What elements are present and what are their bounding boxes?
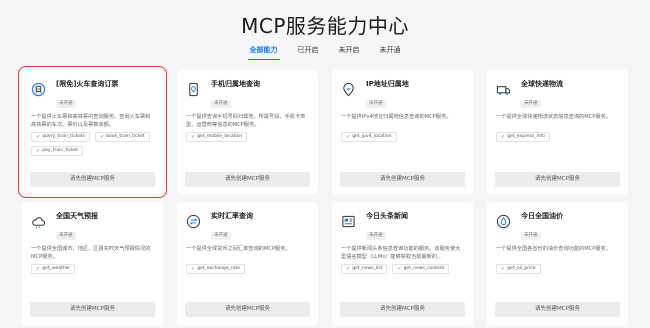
status-badge: 未开通 [211, 100, 231, 108]
tool-tags: ✓ query_train_tickets ✓ book_train_ticket … [31, 132, 155, 156]
check-icon: ✓ [36, 266, 41, 272]
service-description: 一个提供IPv4地址归属地信息查询的MCP服务。 [341, 114, 452, 120]
service-name: 手机归属地查询 [211, 80, 260, 88]
create-mcp-service-button[interactable]: 请先创建MCP服务 [185, 302, 310, 317]
service-card-exchange-rate[interactable]: 实时汇率查询 未开通 一个提供全球货币之间汇率查询的MCP服务。 ✓ get_ex… [177, 202, 318, 326]
tool-tag: ✓ get_ipv4_location [341, 132, 397, 142]
svg-text:IP: IP [346, 87, 350, 91]
ip-location-icon: IP [341, 82, 356, 97]
tool-tags: ✓ get_news_list ✓ get_news_content [341, 264, 465, 274]
create-mcp-service-button[interactable]: 请先创建MCP服务 [30, 172, 155, 187]
page-title: MCP服务能力中心 [241, 14, 409, 38]
service-name: 今日全国油价 [521, 212, 563, 220]
status-badge: 未开通 [521, 100, 541, 108]
check-icon: ✓ [346, 266, 351, 272]
service-description: 一个提供全球快递物流状态信息查询的MCP服务。 [496, 114, 611, 120]
service-name: [限免]火车查询订票 [56, 80, 119, 88]
tab-not-activated[interactable]: 未开通 [378, 43, 403, 60]
service-name: IP地址归属地 [366, 80, 409, 88]
tool-tag: ✓ pay_train_ticket [31, 146, 83, 156]
service-card-weather[interactable]: 全国天气预报 未开通 一个提供全国城市、地区、区县实时天气预报情况的MCP服务。… [22, 202, 163, 326]
tab-disabled[interactable]: 未开启 [337, 43, 362, 60]
phone-location-icon [186, 82, 201, 97]
check-icon: ✓ [36, 134, 41, 140]
check-icon: ✓ [501, 266, 506, 272]
service-description: 一个提供全国城市、地区、区县实时天气预报情况的MCP服务。 [31, 246, 151, 260]
status-badge: 未开通 [56, 100, 76, 108]
tool-tags: ✓ get_oil_price [496, 264, 620, 274]
create-mcp-service-button[interactable]: 请先创建MCP服务 [495, 302, 620, 317]
service-description: 一个提供查询手机号码归属地、所属号段、手机卡类型、运营商等信息的MCP服务。 [186, 114, 306, 128]
status-badge: 未开通 [521, 232, 541, 240]
tab-enabled[interactable]: 已开启 [296, 43, 321, 60]
service-card-mobile-location[interactable]: 手机归属地查询 未开通 一个提供查询手机号码归属地、所属号段、手机卡类型、运营商… [177, 70, 318, 194]
create-mcp-service-button[interactable]: 请先创建MCP服务 [340, 172, 465, 187]
tool-tags: ✓ get_exchange_rate [186, 264, 310, 274]
service-card-ip-location[interactable]: IP IP地址归属地 未开通 一个提供IPv4地址归属地信息查询的MCP服务。 … [332, 70, 473, 194]
exchange-icon [186, 214, 201, 229]
status-badge: 未开通 [56, 232, 76, 240]
service-description: 一个提供火车票和高铁票的查询服务。查询火车票和高铁票的车次、票价以及票数余额。 [31, 114, 151, 128]
oil-price-icon [496, 214, 511, 229]
service-name: 全国天气预报 [56, 212, 98, 220]
tool-tags: ✓ get_mobile_location [186, 132, 310, 142]
status-badge: 未开通 [366, 100, 386, 108]
service-card-express[interactable]: 全球快递物流 未开通 一个提供全球快递物流状态信息查询的MCP服务。 ✓ get_… [487, 70, 628, 194]
train-icon [31, 82, 46, 97]
status-badge: 未开通 [211, 232, 231, 240]
news-icon [341, 214, 356, 229]
create-mcp-service-button[interactable]: 请先创建MCP服务 [495, 172, 620, 187]
service-description: 一个提供新闻头条信息查询功能的服务。该服务使大型语言模型（LLMs）能够获取当前… [341, 246, 461, 260]
create-mcp-service-button[interactable]: 请先创建MCP服务 [340, 302, 465, 317]
tool-tags: ✓ get_express_info [496, 132, 620, 142]
service-card-oil-price[interactable]: 今日全国油价 未开通 一个提供全国各省份的油价查询功能的MCP服务。 ✓ get_… [487, 202, 628, 326]
create-mcp-service-button[interactable]: 请先创建MCP服务 [30, 302, 155, 317]
express-icon [496, 82, 511, 97]
service-card-news[interactable]: 今日头条新闻 未开通 一个提供新闻头条信息查询功能的服务。该服务使大型语言模型（… [332, 202, 473, 326]
tab-all[interactable]: 全部能力 [247, 43, 280, 60]
tool-tag: ✓ get_exchange_rate [186, 264, 246, 274]
create-mcp-service-button[interactable]: 请先创建MCP服务 [185, 172, 310, 187]
service-name: 全球快递物流 [521, 80, 563, 88]
service-description: 一个提供全国各省份的油价查询功能的MCP服务。 [496, 246, 611, 252]
tool-tag: ✓ get_oil_price [496, 264, 541, 274]
check-icon: ✓ [346, 134, 351, 140]
service-description: 一个提供全球货币之间汇率查询的MCP服务。 [186, 246, 291, 252]
service-grid: [限免]火车查询订票 未开通 一个提供火车票和高铁票的查询服务。查询火车票和高铁… [18, 66, 628, 326]
service-name: 实时汇率查询 [211, 212, 253, 220]
tool-tag: ✓ query_train_tickets [31, 132, 90, 142]
check-icon: ✓ [99, 134, 105, 140]
check-icon: ✓ [36, 148, 41, 154]
filter-tabs: 全部能力 已开启 未开启 未开通 [0, 43, 650, 60]
status-badge: 未开通 [366, 232, 386, 240]
service-name: 今日头条新闻 [366, 212, 408, 220]
tool-tag: ✓ get_weather [31, 264, 76, 274]
check-icon: ✓ [191, 134, 196, 140]
tool-tags: ✓ get_weather [31, 264, 155, 274]
tool-tag: ✓ get_express_info [496, 132, 550, 142]
check-icon: ✓ [397, 266, 402, 272]
tool-tag: ✓ book_train_ticket [94, 132, 150, 142]
service-card-train[interactable]: [限免]火车查询订票 未开通 一个提供火车票和高铁票的查询服务。查询火车票和高铁… [18, 66, 167, 198]
weather-icon [31, 214, 46, 229]
tool-tags: ✓ get_ipv4_location [341, 132, 465, 142]
tool-tag: ✓ get_news_list [341, 264, 388, 274]
check-icon: ✓ [191, 266, 196, 272]
tool-tag: ✓ get_news_content [392, 264, 450, 274]
tool-tag: ✓ get_mobile_location [186, 132, 248, 142]
check-icon: ✓ [501, 134, 506, 140]
